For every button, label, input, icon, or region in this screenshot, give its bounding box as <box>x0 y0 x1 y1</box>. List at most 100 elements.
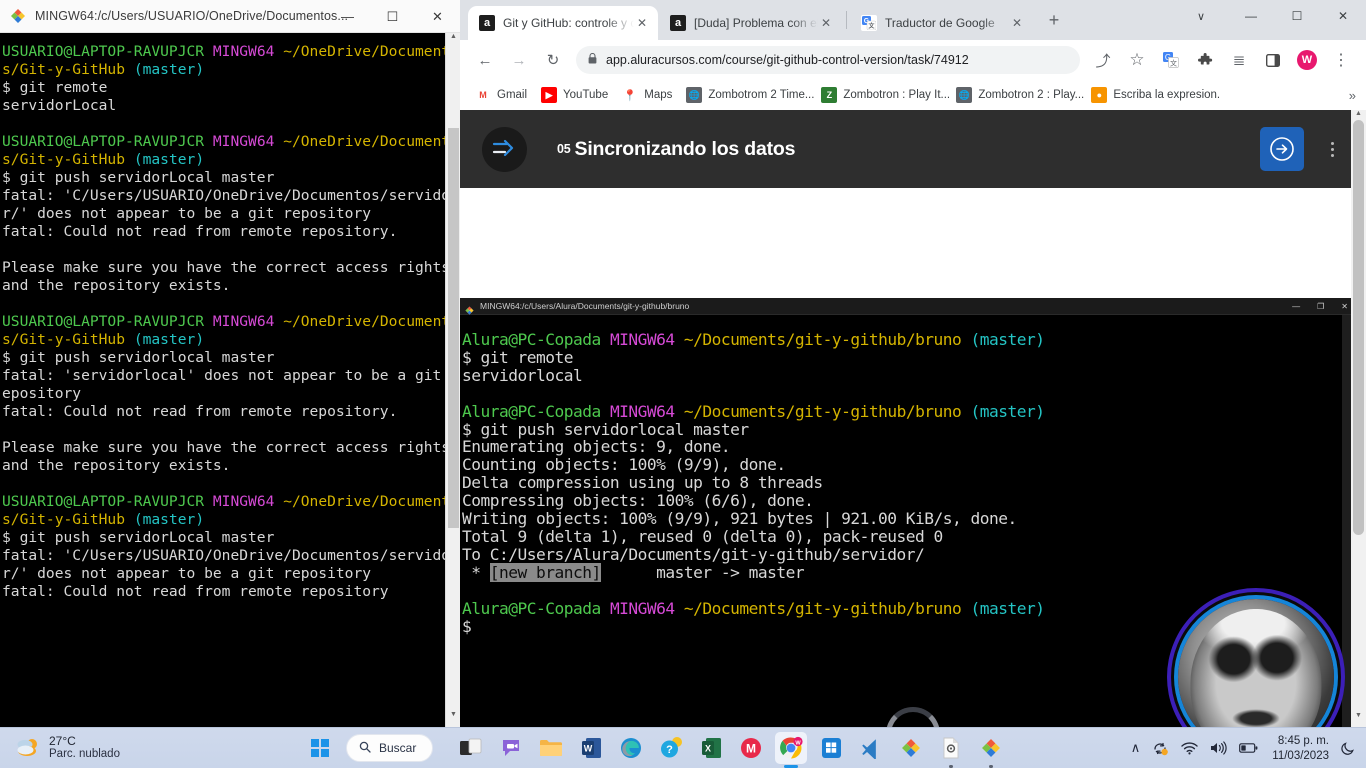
page-scroll-down-arrow[interactable]: ▼ <box>1351 712 1366 727</box>
side-panel-icon[interactable] <box>1259 46 1287 74</box>
git-bash-window[interactable]: MINGW64:/c/Users/USUARIO/OneDrive/Docume… <box>0 0 460 727</box>
maps-icon: 📍 <box>622 87 639 103</box>
chrome-menu-icon[interactable]: ⋮ <box>1327 46 1355 74</box>
taskbar-app-vscode[interactable] <box>855 732 887 764</box>
tab-title: Git y GitHub: controle y con <box>503 16 634 30</box>
video-player[interactable]: MINGW64:/c/Users/Alura/Documents/git-y-g… <box>460 298 1351 727</box>
taskbar-app-edge[interactable] <box>615 732 647 764</box>
taskbar-app-help[interactable]: ? <box>655 732 687 764</box>
avatar: W <box>1297 50 1317 70</box>
windows-taskbar[interactable]: 27°C Parc. nublado Buscar W ? X M W ∧ 8:… <box>0 727 1366 768</box>
weather-widget[interactable]: 27°C Parc. nublado <box>14 735 120 761</box>
taskbar-app-gmail[interactable]: M <box>735 732 767 764</box>
taskbar-app-task-view[interactable] <box>455 732 487 764</box>
bookmark-label: Zombotrom 2 Time... <box>708 89 815 101</box>
search-button[interactable]: Buscar <box>346 734 434 762</box>
git-bash-scroll-thumb[interactable] <box>448 128 459 528</box>
taskbar-app-chat[interactable] <box>495 732 527 764</box>
search-icon <box>359 741 371 756</box>
taskbar-app-settings-file[interactable] <box>935 732 967 768</box>
page-scroll-thumb[interactable] <box>1353 120 1364 535</box>
git-bash-scroll-up-arrow[interactable]: ▲ <box>446 33 460 49</box>
git-bash-scroll-down-arrow[interactable]: ▼ <box>446 711 460 727</box>
svg-text:X: X <box>704 744 710 754</box>
bookmark-item[interactable]: M Gmail <box>468 84 534 106</box>
git-bash-titlebar[interactable]: MINGW64:/c/Users/USUARIO/OneDrive/Docume… <box>0 0 460 33</box>
clock[interactable]: 8:45 p. m. 11/03/2023 <box>1272 733 1329 763</box>
profile-avatar[interactable]: W <box>1293 46 1321 74</box>
bookmark-item[interactable]: ▶ YouTube <box>534 84 615 106</box>
clock-time: 8:45 p. m. <box>1277 735 1329 747</box>
taskbar-app-word[interactable]: W <box>575 732 607 764</box>
git-bash-text: USUARIO@LAPTOP-RAVUPJCR MINGW64 ~/OneDri… <box>2 43 459 600</box>
do-not-disturb-moon-icon[interactable] <box>1341 741 1356 756</box>
taskbar-app-microsoft-store[interactable] <box>815 732 847 764</box>
address-bar-url: app.aluracursos.com/course/git-github-co… <box>606 53 969 67</box>
git-bash-scrollbar[interactable]: ▲ ▼ <box>445 33 460 727</box>
bookmark-label: Escriba la expresion... <box>1113 89 1220 101</box>
battery-icon[interactable] <box>1239 742 1258 754</box>
chrome-window-controls[interactable]: — ☐ ✕ <box>1228 0 1366 32</box>
onedrive-sync-icon[interactable] <box>1152 741 1169 756</box>
chrome-browser-window[interactable]: a Git y GitHub: controle y con ✕ a [Duda… <box>460 0 1366 727</box>
svg-text:W: W <box>795 740 801 746</box>
reading-list-icon[interactable]: ≣ <box>1225 46 1253 74</box>
git-bash-icon <box>10 8 26 24</box>
video-terminal-minimize: — <box>1292 301 1301 311</box>
volume-icon[interactable] <box>1210 741 1227 755</box>
git-bash-terminal-output[interactable]: USUARIO@LAPTOP-RAVUPJCR MINGW64 ~/OneDri… <box>0 33 460 727</box>
bookmark-item[interactable]: Z Zombotron : Play It... <box>814 84 949 106</box>
bookmark-item[interactable]: ● Escriba la expresion... <box>1084 84 1219 106</box>
taskbar-app-sourcetree[interactable] <box>895 732 927 764</box>
git-bash-minimize-button[interactable]: — <box>325 0 370 33</box>
git-bash-close-button[interactable]: ✕ <box>415 0 460 33</box>
globe-icon: 🌐 <box>956 87 973 103</box>
gmail-icon: M <box>475 87 491 103</box>
bookmark-item[interactable]: 📍 Maps <box>615 84 679 106</box>
taskbar-app-excel[interactable]: X <box>695 732 727 764</box>
svg-text:W: W <box>583 744 592 754</box>
bookmark-star-icon[interactable]: ☆ <box>1123 46 1151 74</box>
page-scrollbar[interactable]: ▲ ▼ <box>1351 110 1366 727</box>
bookmark-item[interactable]: 🌐 Zombotrom 2 Time... <box>679 84 814 106</box>
alura-icon: a <box>479 15 495 31</box>
tab-git-y-github[interactable]: a Git y GitHub: controle y con ✕ <box>468 6 658 40</box>
tab-duda-problema[interactable]: a [Duda] Problema con el pu ✕ <box>659 6 842 40</box>
share-icon[interactable]: ⤴ <box>1089 46 1117 74</box>
tab-search-chevron-down-icon[interactable]: ∨ <box>1186 0 1216 32</box>
git-bash-maximize-button[interactable]: ☐ <box>370 0 415 33</box>
taskbar-app-chrome[interactable]: W <box>775 732 807 768</box>
reload-icon[interactable]: ↻ <box>539 46 567 74</box>
chrome-minimize-button[interactable]: — <box>1228 0 1274 32</box>
tab-traductor-de-google[interactable]: G 文 Traductor de Google ✕ <box>850 6 1033 40</box>
chrome-maximize-button[interactable]: ☐ <box>1274 0 1320 32</box>
extensions-puzzle-icon[interactable] <box>1191 46 1219 74</box>
forward-icon[interactable]: → <box>505 46 533 74</box>
bookmarks-overflow-icon[interactable]: » <box>1349 88 1356 103</box>
menu-arrow-icon[interactable] <box>482 126 527 172</box>
git-bash-window-controls[interactable]: — ☐ ✕ <box>325 0 460 33</box>
back-icon[interactable]: ← <box>471 46 499 74</box>
bookmark-item[interactable]: 🌐 Zombotron 2 : Play... <box>949 84 1084 106</box>
address-bar[interactable]: app.aluracursos.com/course/git-github-co… <box>576 46 1080 74</box>
taskbar-apps[interactable]: W ? X M W <box>455 732 1007 768</box>
tab-close-icon[interactable]: ✕ <box>634 15 650 31</box>
browser-toolbar[interactable]: ← → ↻ app.aluracursos.com/course/git-git… <box>460 40 1366 80</box>
system-tray[interactable]: ∧ 8:45 p. m. 11/03/2023 <box>1131 733 1356 763</box>
bookmark-label: Zombotron 2 : Play... <box>978 89 1085 101</box>
taskbar-app-sourcetree-2[interactable] <box>975 732 1007 768</box>
taskbar-center[interactable]: Buscar <box>300 728 434 768</box>
tab-close-icon[interactable]: ✕ <box>1009 15 1025 31</box>
start-button[interactable] <box>300 728 340 768</box>
tab-close-icon[interactable]: ✕ <box>818 15 834 31</box>
wifi-icon[interactable] <box>1181 741 1198 755</box>
chrome-close-button[interactable]: ✕ <box>1320 0 1366 32</box>
taskbar-app-file-explorer[interactable] <box>535 732 567 764</box>
translate-icon[interactable]: G 文 <box>1157 46 1185 74</box>
more-vertical-icon[interactable] <box>1322 127 1342 171</box>
tray-chevron-up-icon[interactable]: ∧ <box>1131 740 1141 756</box>
bookmarks-bar[interactable]: M Gmail ▶ YouTube 📍 Maps 🌐 Zombotrom 2 Time... Z… <box>460 80 1366 110</box>
next-lesson-button[interactable] <box>1260 127 1304 171</box>
new-tab-button[interactable]: + <box>1040 6 1068 34</box>
tab-strip[interactable]: a Git y GitHub: controle y con ✕ a [Duda… <box>460 0 1366 40</box>
